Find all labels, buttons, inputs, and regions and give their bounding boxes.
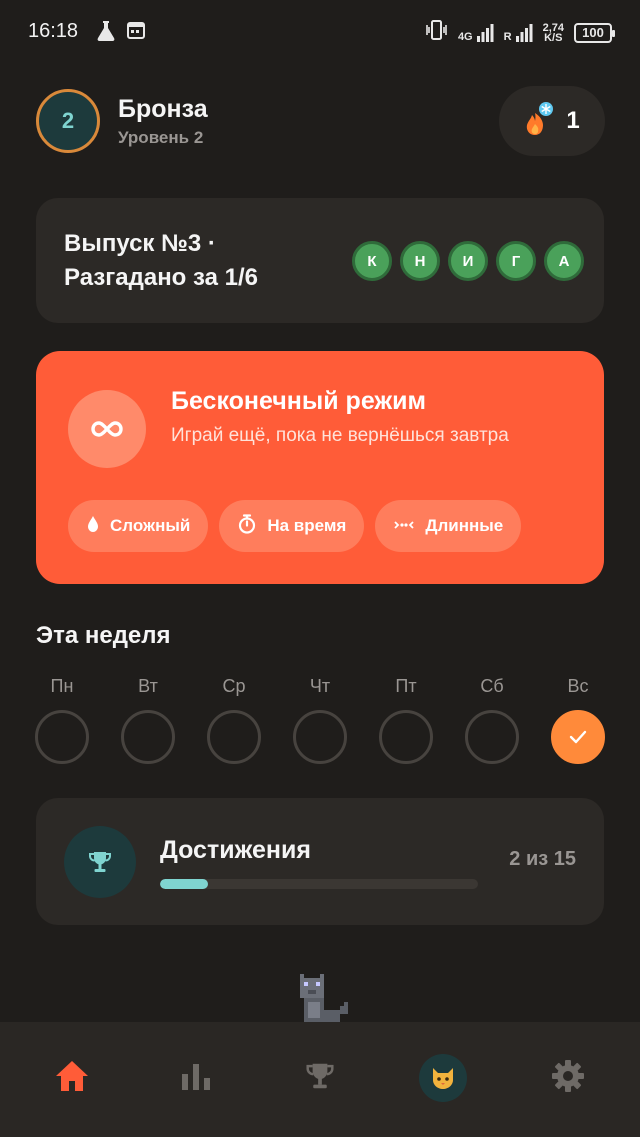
endless-title: Бесконечный режим xyxy=(171,387,426,415)
home-screen: 16:18 4G R 2,74 K/S 100 2 Бронза Уровень… xyxy=(0,0,640,1137)
signal-4g: 4G xyxy=(458,23,494,42)
rank-subtitle: Уровень 2 xyxy=(118,128,204,147)
week-day-empty xyxy=(207,710,261,764)
mode-hard-label: Сложный xyxy=(110,516,191,535)
mode-hard-button[interactable]: Сложный xyxy=(68,500,209,552)
week-day-label: Чт xyxy=(309,676,331,696)
achievements-progress xyxy=(160,879,478,889)
net-speed: 2,74 K/S xyxy=(542,21,564,44)
streak-button[interactable]: 1 xyxy=(499,86,605,156)
answer-letter: К xyxy=(352,241,392,281)
week-day: Вт xyxy=(121,676,175,764)
status-right: 4G R 2,74 K/S 100 xyxy=(424,20,615,45)
achievements-count: 2 из 15 xyxy=(509,848,576,870)
dots-icon xyxy=(393,516,415,536)
battery-indicator: 100 xyxy=(574,22,615,43)
answer-letter: Н xyxy=(400,241,440,281)
week-day-empty xyxy=(121,710,175,764)
signal-roaming: R xyxy=(504,23,533,42)
answer-letters: К Н И Г А xyxy=(352,241,584,281)
gear-icon xyxy=(550,1058,586,1099)
check-icon xyxy=(569,730,587,744)
week-day: Пн xyxy=(35,676,89,764)
status-bar: 16:18 4G R 2,74 K/S 100 xyxy=(0,0,640,64)
week-day: Вс xyxy=(551,676,605,764)
status-time: 16:18 xyxy=(28,20,79,42)
rank-title: Бронза xyxy=(118,95,208,123)
answer-letter: И xyxy=(448,241,488,281)
mode-timed-button[interactable]: На время xyxy=(219,500,365,552)
nav-pet[interactable] xyxy=(411,1046,475,1110)
nav-settings[interactable] xyxy=(536,1046,600,1110)
week-day-empty xyxy=(465,710,519,764)
trophy-icon xyxy=(64,826,136,898)
endless-description: Играй ещё, пока не вернёшься завтра xyxy=(171,425,509,446)
issue-number: Выпуск №3 · xyxy=(64,230,216,257)
cat-icon xyxy=(419,1054,467,1102)
week-day-label: Пн xyxy=(50,676,74,696)
week-day-label: Вт xyxy=(138,676,158,696)
achievements-card[interactable]: Достижения 2 из 15 xyxy=(36,798,604,925)
mode-timed-label: На время xyxy=(267,516,347,535)
week-day: Пт xyxy=(379,676,433,764)
nav-home[interactable] xyxy=(40,1046,104,1110)
week-day-empty xyxy=(35,710,89,764)
stopwatch-icon xyxy=(237,513,257,539)
week-title: Эта неделя xyxy=(36,622,171,649)
week-day: Чт xyxy=(293,676,347,764)
streak-count: 1 xyxy=(566,107,580,134)
daily-issue-card[interactable]: Выпуск №3 · Разгадано за 1/6 К Н И Г А xyxy=(36,198,604,323)
endless-mode-card[interactable]: Бесконечный режим Играй ещё, пока не вер… xyxy=(36,351,604,584)
week-day: Сб xyxy=(465,676,519,764)
bar-chart-icon xyxy=(180,1062,212,1095)
bottom-nav xyxy=(0,1022,640,1137)
drop-icon xyxy=(86,515,100,538)
answer-letter: Г xyxy=(496,241,536,281)
mode-long-button[interactable]: Длинные xyxy=(375,500,522,552)
issue-result: Разгадано за 1/6 xyxy=(64,264,259,291)
nav-stats[interactable] xyxy=(164,1046,228,1110)
flame-freeze-icon xyxy=(524,101,554,142)
home-icon xyxy=(54,1059,90,1098)
mode-long-label: Длинные xyxy=(425,516,504,535)
vibrate-icon xyxy=(424,20,448,45)
week-day-label: Сб xyxy=(480,676,504,696)
week-day-empty xyxy=(293,710,347,764)
mode-options: Сложный На время Длинные xyxy=(68,500,522,552)
answer-letter: А xyxy=(544,241,584,281)
level-badge[interactable]: 2 xyxy=(36,89,100,153)
nav-trophies[interactable] xyxy=(288,1046,352,1110)
week-day: Ср xyxy=(207,676,261,764)
achievements-title: Достижения xyxy=(160,836,311,864)
week-day-label: Ср xyxy=(222,676,246,696)
flask-icon xyxy=(96,20,116,47)
infinity-icon xyxy=(68,390,146,468)
calendar-icon xyxy=(126,20,146,45)
achievements-progress-fill xyxy=(160,879,208,889)
week-day-empty xyxy=(379,710,433,764)
week-day-label: Вс xyxy=(567,676,589,696)
trophy-nav-icon xyxy=(303,1060,337,1097)
week-day-label: Пт xyxy=(395,676,417,696)
week-day-completed xyxy=(551,710,605,764)
